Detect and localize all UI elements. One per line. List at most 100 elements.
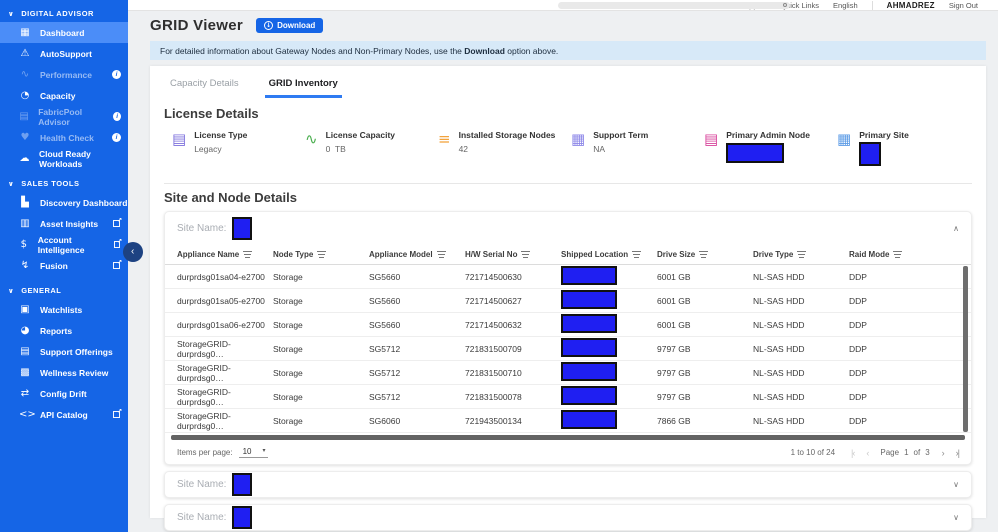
- table-row[interactable]: durprdsg01sa04-e2700StorageSG56607217145…: [165, 265, 971, 289]
- table-cell: SG5712: [369, 392, 465, 402]
- sidebar-item-asset-insights[interactable]: ▥Asset Insights: [0, 213, 128, 234]
- external-link-icon: [114, 241, 120, 248]
- filter-icon[interactable]: [438, 254, 445, 255]
- sidebar-item-cloud-ready-workloads[interactable]: ☁Cloud Ready Workloads: [0, 148, 128, 169]
- chevron-down-icon[interactable]: ∨: [953, 480, 959, 489]
- table-row[interactable]: StorageGRID-durprdsg0…StorageSG606072194…: [165, 409, 971, 433]
- site-name-label: Site Name:: [177, 223, 226, 234]
- autosupport-icon: ⚠: [19, 48, 31, 59]
- sidebar-item-fusion[interactable]: ↯Fusion: [0, 255, 128, 276]
- table-cell: 6001 GB: [657, 272, 753, 282]
- tab-grid-inventory[interactable]: GRID Inventory: [265, 74, 342, 98]
- license-item-installed-storage-nodes: ≡Installed Storage Nodes42: [438, 130, 571, 171]
- sidebar-item-label: Capacity: [40, 91, 75, 101]
- sidebar-item-performance[interactable]: ∿Performancei: [0, 64, 128, 85]
- redacted-value: [726, 143, 784, 163]
- sidebar-item-discovery-dashboard[interactable]: ▙Discovery Dashboard: [0, 192, 128, 213]
- table-cell: 9797 GB: [657, 344, 753, 354]
- sidebar-item-autosupport[interactable]: ⚠AutoSupport: [0, 43, 128, 64]
- top-link-english[interactable]: English: [833, 1, 858, 10]
- info-banner: For detailed information about Gateway N…: [150, 41, 986, 60]
- sidebar-item-wellness-review[interactable]: ▩Wellness Review: [0, 362, 128, 383]
- sign-out-link[interactable]: Sign Out: [949, 1, 978, 10]
- table-row[interactable]: durprdsg01sa06-e2700StorageSG56607217145…: [165, 313, 971, 337]
- filter-icon[interactable]: [318, 254, 325, 255]
- collapsed-site-cards: Site Name:∨ Site Name:∨: [164, 471, 972, 531]
- search-icon: [783, 3, 787, 7]
- filter-icon[interactable]: [798, 254, 805, 255]
- column-header-drive-type: Drive Type: [753, 250, 849, 259]
- sidebar-item-api-catalog[interactable]: <>API Catalog: [0, 404, 128, 425]
- prev-page-button[interactable]: ‹: [866, 448, 868, 458]
- table-cell: 721714500627: [465, 296, 561, 306]
- main-content: GRID Viewer ↓ Download For detailed info…: [128, 11, 998, 518]
- info-icon: i: [112, 133, 121, 142]
- site-node-details-heading: Site and Node Details: [164, 190, 972, 205]
- table-cell: Storage: [273, 296, 369, 306]
- table-cell: 7866 GB: [657, 416, 753, 426]
- table-cell: 721831500078: [465, 392, 561, 402]
- site-card-collapsed[interactable]: Site Name:∨: [164, 504, 972, 531]
- caret-down-icon: ▾: [262, 447, 265, 454]
- sidebar-item-label: Reports: [40, 326, 72, 336]
- table-cell: NL-SAS HDD: [753, 344, 849, 354]
- table-row[interactable]: StorageGRID-durprdsg0…StorageSG571272183…: [165, 361, 971, 385]
- table-cell: DDP: [849, 344, 945, 354]
- sidebar-collapse-button[interactable]: ‹: [123, 242, 143, 262]
- table-cell: StorageGRID-durprdsg0…: [177, 339, 273, 359]
- sidebar-item-reports[interactable]: ◕ Reports: [0, 320, 128, 341]
- chevron-up-icon[interactable]: ∧: [953, 224, 959, 233]
- sidebar-item-config-drift[interactable]: ⇄Config Drift: [0, 383, 128, 404]
- table-cell: StorageGRID-durprdsg0…: [177, 411, 273, 431]
- table-row[interactable]: StorageGRID-durprdsg0…StorageSG571272183…: [165, 385, 971, 409]
- redacted-cell-value: [561, 314, 617, 333]
- sidebar-item-account-intelligence[interactable]: $Account Intelligence: [0, 234, 128, 255]
- items-per-page-select[interactable]: 10 ▾: [239, 447, 268, 458]
- table-cell: 721714500630: [465, 272, 561, 282]
- search-input[interactable]: [558, 2, 790, 9]
- redacted-cell-value: [561, 410, 617, 429]
- download-button[interactable]: ↓ Download: [256, 18, 323, 33]
- sidebar-section-label: DIGITAL ADVISOR: [21, 9, 94, 18]
- filter-icon[interactable]: [633, 254, 640, 255]
- license-item-label: Installed Storage Nodes: [459, 130, 556, 140]
- site-card-collapsed[interactable]: Site Name:∨: [164, 471, 972, 498]
- last-page-button[interactable]: ›|: [956, 448, 959, 458]
- sidebar-item-health-check[interactable]: ♥Health Checki: [0, 127, 128, 148]
- primary-site-icon: ▦: [837, 130, 851, 171]
- next-page-button[interactable]: ›: [942, 448, 944, 458]
- table-row[interactable]: StorageGRID-durprdsg0…StorageSG571272183…: [165, 337, 971, 361]
- current-page-value[interactable]: 1: [904, 448, 908, 457]
- license-item-text: Primary Site: [859, 130, 909, 171]
- table-cell: 6001 GB: [657, 296, 753, 306]
- license-item-license-type: ▤License TypeLegacy: [172, 130, 305, 171]
- license-item-label: Primary Admin Node: [726, 130, 810, 140]
- license-item-text: Support TermNA: [593, 130, 648, 171]
- filter-icon[interactable]: [244, 254, 251, 255]
- vertical-scrollbar[interactable]: [963, 266, 968, 432]
- site-name-redacted-value: [232, 217, 252, 240]
- reports-icon: ◕: [19, 325, 31, 336]
- chevron-down-icon[interactable]: ∨: [953, 513, 959, 522]
- tab-capacity-details[interactable]: Capacity Details: [166, 74, 243, 98]
- sidebar-item-support-offerings[interactable]: ▤Support Offerings: [0, 341, 128, 362]
- table-cell: SG5660: [369, 296, 465, 306]
- chevron-down-icon[interactable]: ∨: [8, 10, 14, 18]
- table-cell: [561, 386, 657, 407]
- config-drift-icon: ⇄: [19, 388, 31, 399]
- sidebar-item-label: Account Intelligence: [38, 235, 105, 255]
- sidebar-item-fabricpool-advisor[interactable]: ▤FabricPool Advisori: [0, 106, 128, 127]
- sidebar-item-capacity[interactable]: ◔Capacity: [0, 85, 128, 106]
- table-cell: Storage: [273, 416, 369, 426]
- chevron-down-icon[interactable]: ∨: [8, 287, 14, 295]
- sidebar-item-dashboard[interactable]: ▦Dashboard: [0, 22, 128, 43]
- filter-icon[interactable]: [700, 254, 707, 255]
- first-page-button[interactable]: |‹: [851, 448, 854, 458]
- chevron-down-icon[interactable]: ∨: [8, 180, 14, 188]
- filter-icon[interactable]: [522, 254, 529, 255]
- sidebar-item-watchlists[interactable]: ▣Watchlists: [0, 299, 128, 320]
- table-row[interactable]: durprdsg01sa05-e2700StorageSG56607217145…: [165, 289, 971, 313]
- discovery-dashboard-icon: ▙: [19, 197, 31, 208]
- installed-storage-nodes-icon: ≡: [438, 130, 451, 171]
- filter-icon[interactable]: [894, 254, 901, 255]
